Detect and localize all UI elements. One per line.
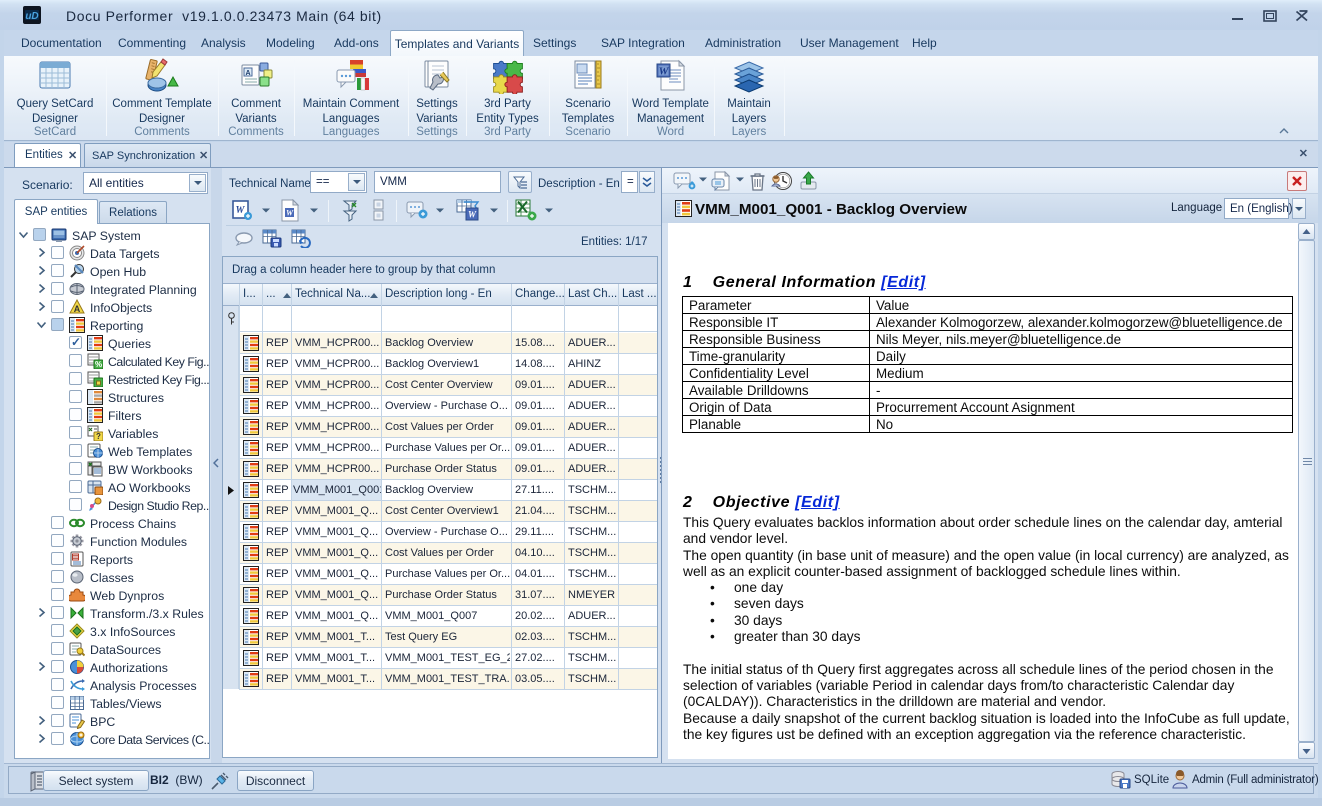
svg-text:A: A (74, 304, 81, 314)
svg-text:A: A (245, 70, 250, 77)
svg-text:W: W (236, 205, 246, 216)
svg-text:W: W (468, 210, 477, 220)
svg-text:W: W (658, 66, 669, 78)
svg-text:uD: uD (25, 11, 38, 22)
svg-text:%: % (95, 360, 102, 369)
svg-text:W: W (286, 209, 294, 218)
svg-text:?: ? (96, 432, 101, 441)
